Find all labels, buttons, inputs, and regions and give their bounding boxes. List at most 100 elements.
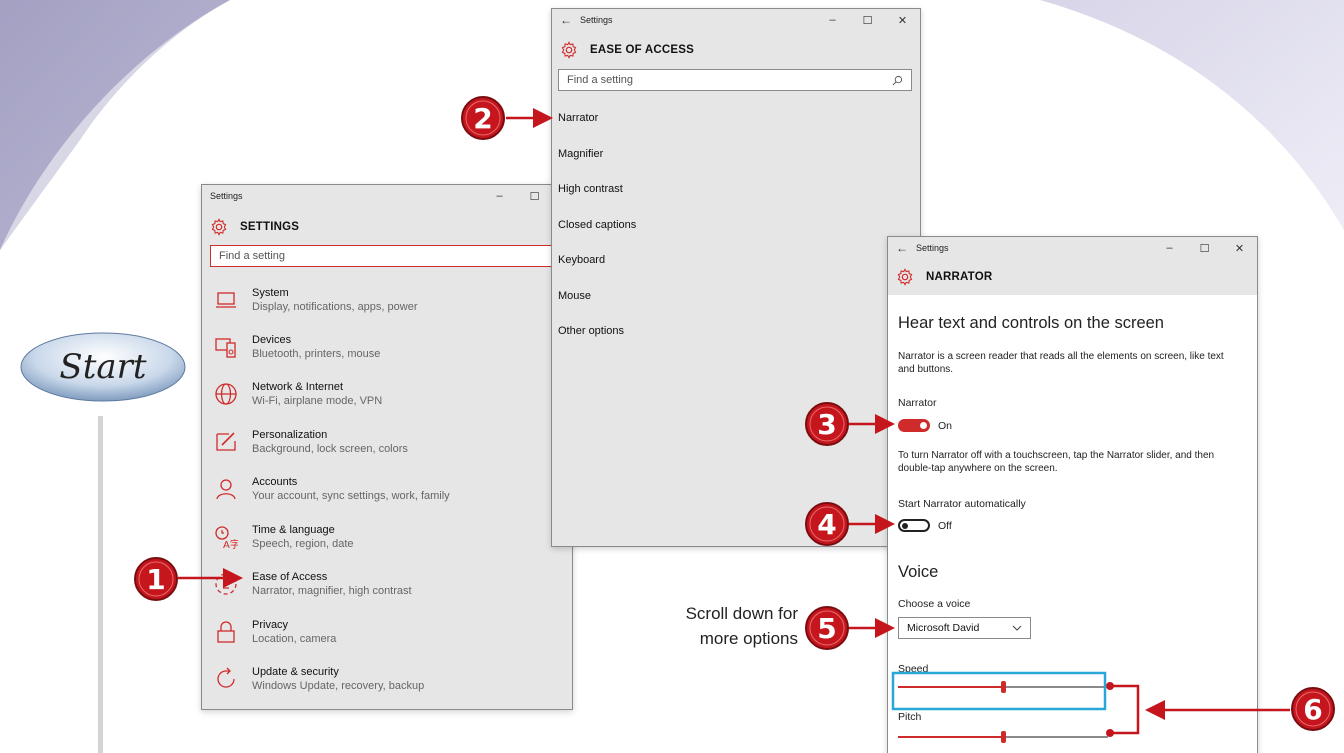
toggle-state: Off bbox=[938, 519, 952, 532]
maximize-button[interactable]: ☐ bbox=[1187, 242, 1222, 255]
eoa-item-high-contrast[interactable]: High contrast bbox=[558, 183, 623, 195]
voice-heading: Voice bbox=[898, 563, 939, 581]
pitch-slider[interactable] bbox=[898, 731, 1108, 743]
gear-icon bbox=[897, 268, 913, 286]
vertical-guide-line bbox=[98, 416, 103, 753]
eoa-item-other-options[interactable]: Other options bbox=[558, 325, 624, 337]
slider-thumb[interactable] bbox=[1001, 731, 1006, 743]
scroll-hint-text: Scroll down for more options bbox=[686, 601, 798, 651]
category-subtitle: Windows Update, recovery, backup bbox=[252, 680, 425, 692]
category-subtitle: Background, lock screen, colors bbox=[252, 443, 408, 455]
toggle-switch-off[interactable] bbox=[898, 519, 930, 532]
category-personalization[interactable]: Personalization Background, lock screen, … bbox=[214, 428, 408, 457]
narrator-header: NARRATOR bbox=[896, 268, 992, 286]
maximize-button[interactable]: ☐ bbox=[517, 190, 552, 203]
category-devices[interactable]: Devices Bluetooth, printers, mouse bbox=[214, 333, 380, 362]
ease-of-access-icon bbox=[215, 573, 237, 595]
category-network[interactable]: Network & Internet Wi-Fi, airplane mode, … bbox=[214, 380, 382, 409]
start-badge: Start bbox=[20, 332, 186, 402]
category-subtitle: Narrator, magnifier, high contrast bbox=[252, 585, 412, 597]
callout-number: 4 bbox=[817, 508, 836, 541]
dropdown-value: Microsoft David bbox=[907, 622, 980, 634]
category-ease-of-access[interactable]: Ease of Access Narrator, magnifier, high … bbox=[214, 570, 412, 599]
callout-number: 2 bbox=[473, 102, 492, 135]
category-title: Privacy bbox=[252, 619, 289, 631]
person-icon bbox=[216, 479, 236, 500]
auto-start-toggle[interactable]: Off bbox=[898, 519, 952, 532]
slider-fill bbox=[898, 736, 1003, 738]
narrator-window: ← Settings – ☐ ✕ NARRATOR Hear text and … bbox=[887, 236, 1258, 753]
narrator-titlebar: ← Settings – ☐ ✕ bbox=[888, 237, 1257, 259]
window-title: Settings bbox=[210, 191, 243, 201]
settings-search-input[interactable]: Find a setting bbox=[210, 245, 562, 267]
close-button[interactable]: ✕ bbox=[1222, 242, 1257, 255]
settings-header: SETTINGS bbox=[210, 218, 299, 236]
ease-header: EASE OF ACCESS bbox=[560, 41, 694, 59]
toggle-switch-on[interactable] bbox=[898, 419, 930, 432]
window-title: Settings bbox=[916, 243, 949, 253]
auto-start-label: Start Narrator automatically bbox=[898, 498, 1026, 510]
category-title: System bbox=[252, 287, 289, 299]
slider-track bbox=[1003, 736, 1108, 738]
narrator-toggle[interactable]: On bbox=[898, 419, 952, 432]
svg-text:A字: A字 bbox=[223, 538, 238, 549]
category-subtitle: Wi-Fi, airplane mode, VPN bbox=[252, 395, 383, 407]
voice-dropdown[interactable]: Microsoft David bbox=[898, 617, 1031, 639]
category-title: Devices bbox=[252, 334, 292, 346]
close-button[interactable]: ✕ bbox=[885, 14, 920, 27]
category-privacy[interactable]: Privacy Location, camera bbox=[214, 618, 336, 647]
narrator-label: Narrator bbox=[898, 397, 937, 409]
toggle-state: On bbox=[938, 419, 953, 432]
minimize-button[interactable]: – bbox=[482, 190, 517, 202]
slider-track bbox=[1003, 686, 1108, 688]
eoa-item-narrator[interactable]: Narrator bbox=[558, 112, 598, 124]
callout-5: 5 bbox=[804, 605, 850, 651]
slider-fill bbox=[898, 686, 1003, 688]
category-title: Time & language bbox=[252, 524, 335, 536]
category-title: Accounts bbox=[252, 476, 298, 488]
category-system[interactable]: System Display, notifications, apps, powe… bbox=[214, 286, 418, 315]
eoa-item-keyboard[interactable]: Keyboard bbox=[558, 254, 605, 266]
minimize-button[interactable]: – bbox=[1152, 242, 1187, 254]
back-arrow-icon[interactable]: ← bbox=[552, 13, 580, 27]
back-arrow-icon[interactable]: ← bbox=[888, 241, 916, 255]
gear-icon bbox=[561, 41, 577, 59]
slider-thumb[interactable] bbox=[1001, 681, 1006, 693]
page-title: NARRATOR bbox=[926, 271, 993, 283]
ease-search-input[interactable]: Find a setting bbox=[558, 69, 912, 91]
speed-label: Speed bbox=[898, 663, 929, 675]
ease-titlebar: ← Settings – ☐ ✕ bbox=[552, 9, 920, 31]
laptop-icon bbox=[216, 292, 236, 308]
category-title: Personalization bbox=[252, 429, 328, 441]
category-title: Network & Internet bbox=[252, 381, 344, 393]
callout-4: 4 bbox=[804, 501, 850, 547]
search-placeholder: Find a setting bbox=[567, 74, 634, 86]
eoa-item-magnifier[interactable]: Magnifier bbox=[558, 148, 603, 160]
callout-6: 6 bbox=[1290, 686, 1336, 732]
lock-icon bbox=[217, 621, 235, 643]
category-title: Ease of Access bbox=[252, 571, 328, 583]
eoa-item-closed-captions[interactable]: Closed captions bbox=[558, 219, 636, 231]
category-time-language[interactable]: A字 Time & language Speech, region, date bbox=[214, 523, 354, 552]
gear-icon bbox=[211, 218, 227, 236]
category-accounts[interactable]: Accounts Your account, sync settings, wor… bbox=[214, 475, 450, 504]
category-subtitle: Your account, sync settings, work, famil… bbox=[252, 490, 450, 502]
category-subtitle: Display, notifications, apps, power bbox=[252, 301, 418, 313]
callout-number: 6 bbox=[1303, 693, 1322, 726]
callout-3: 3 bbox=[804, 401, 850, 447]
narrator-content: Hear text and controls on the screen Nar… bbox=[888, 295, 1257, 753]
narrator-description: Narrator is a screen reader that reads a… bbox=[898, 351, 1224, 375]
minimize-button[interactable]: – bbox=[815, 14, 850, 26]
speed-slider[interactable] bbox=[898, 681, 1108, 693]
settings-window: Settings – ☐ SETTINGS Find a setting Sys… bbox=[201, 184, 573, 710]
settings-titlebar: Settings – ☐ bbox=[202, 185, 572, 207]
callout-number: 5 bbox=[817, 612, 836, 645]
maximize-button[interactable]: ☐ bbox=[850, 14, 885, 27]
eoa-item-mouse[interactable]: Mouse bbox=[558, 290, 591, 302]
callout-1: 1 bbox=[133, 556, 179, 602]
callout-number: 3 bbox=[817, 408, 836, 441]
time-language-icon: A字 bbox=[215, 526, 238, 549]
update-icon bbox=[217, 667, 235, 688]
devices-icon bbox=[215, 338, 236, 358]
category-update-security[interactable]: Update & security Windows Update, recover… bbox=[214, 665, 424, 694]
